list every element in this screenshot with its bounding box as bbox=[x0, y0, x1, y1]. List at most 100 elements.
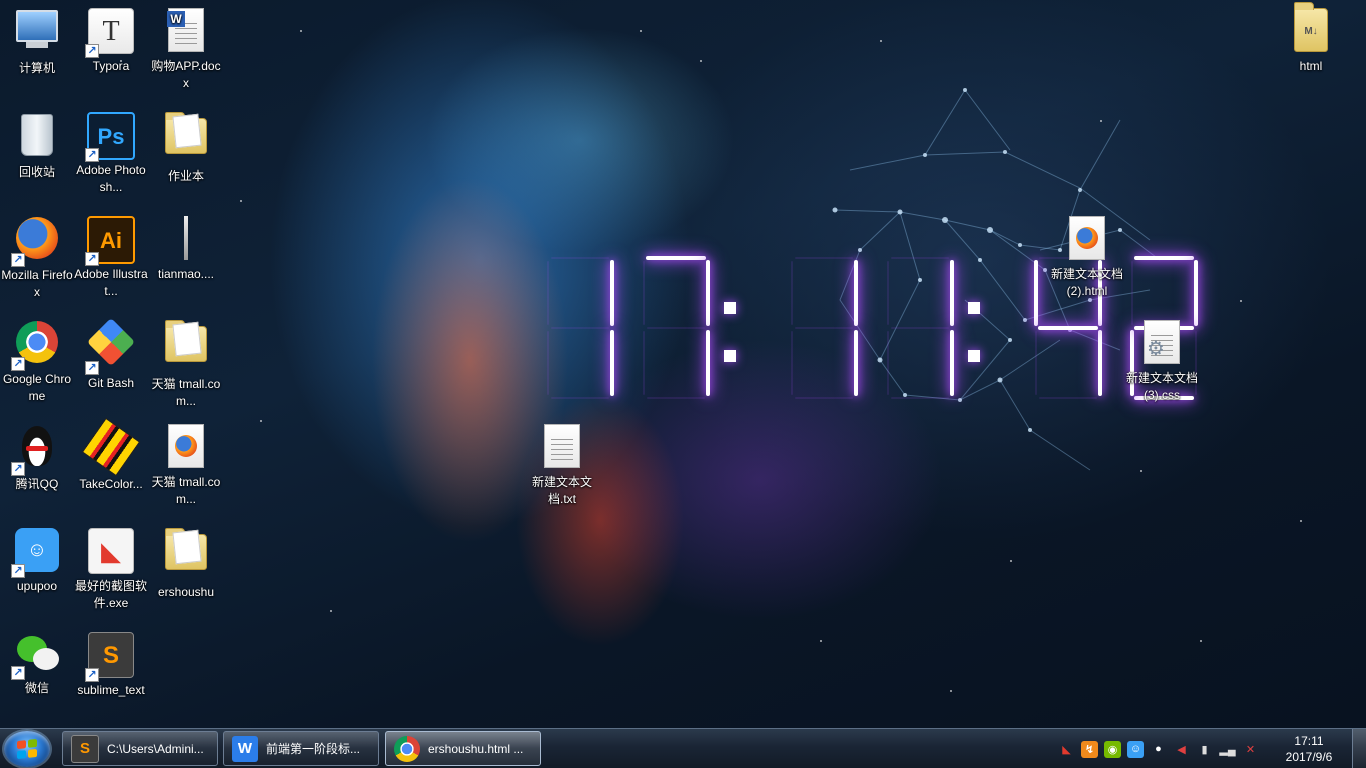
desktop-icon-photoshop[interactable]: Ps ↗ Adobe Photosh... bbox=[74, 110, 148, 196]
system-tray: ◣ ↯ ◉ ☺ ● ◀ ▮ ▂▄ ✕ bbox=[1058, 737, 1259, 761]
start-button[interactable] bbox=[4, 731, 50, 767]
desktop-icon-sublime[interactable]: S ↗ sublime_text bbox=[74, 630, 148, 699]
desktop-icon-label: Adobe Illustrat... bbox=[74, 267, 148, 298]
clock-colon-dot bbox=[724, 302, 736, 314]
desktop-icon-label: 新建文本文档.txt bbox=[531, 475, 592, 506]
desktop-icon-label: 计算机 bbox=[18, 61, 55, 75]
taskbar-date: 2017/9/6 bbox=[1285, 750, 1333, 764]
desktop-icon-label: ershoushu bbox=[157, 585, 215, 599]
taskbar-clock[interactable]: 17:11 2017/9/6 bbox=[1276, 733, 1342, 765]
desktop-icon-new-txt[interactable]: 新建文本文档.txt bbox=[525, 422, 599, 508]
windows-logo-icon bbox=[17, 738, 37, 760]
word-document-icon: W bbox=[162, 8, 210, 56]
chrome-icon bbox=[394, 735, 420, 762]
qq-penguin-icon: ↗ bbox=[11, 426, 61, 476]
recycle-bin-icon bbox=[13, 114, 61, 162]
desktop-icon-label: tianmao.... bbox=[157, 267, 215, 281]
css-file-icon: ⚙ bbox=[1138, 320, 1186, 368]
desktop-icon-label: 腾讯QQ bbox=[15, 477, 59, 491]
volume-muted-icon[interactable]: ◀ bbox=[1173, 741, 1190, 758]
desktop-icon-ershoushu[interactable]: ershoushu bbox=[149, 526, 223, 601]
computer-icon bbox=[13, 10, 61, 58]
desktop-icon-recycle-bin[interactable]: 回收站 bbox=[0, 110, 74, 181]
shortcut-arrow-icon: ↗ bbox=[11, 666, 25, 680]
desktop-icon-label: Mozilla Firefox bbox=[1, 268, 73, 299]
desktop-icon-tianmao-file[interactable]: tianmao.... bbox=[149, 214, 223, 283]
illustrator-icon: Ai ↗ bbox=[85, 216, 135, 266]
desktop-icon-chrome[interactable]: ↗ Google Chrome bbox=[0, 318, 74, 405]
desktop-icon-label: 天猫 tmall.com... bbox=[151, 475, 221, 506]
taskbar-button-label: 前端第一阶段标... bbox=[266, 742, 361, 756]
desktop-icon-docx[interactable]: W 购物APP.docx bbox=[149, 6, 223, 92]
desktop-icon-label: 回收站 bbox=[18, 165, 55, 179]
desktop-icon-label: 新建文本文档 (2).html bbox=[1050, 267, 1123, 298]
desktop-icon-takecolor[interactable]: TakeColor... bbox=[74, 417, 148, 493]
taskbar: S C:\Users\Admini... W 前端第一阶段标... ershou… bbox=[0, 728, 1366, 768]
firefox-html-file-icon bbox=[1063, 216, 1111, 264]
sublime-icon: S bbox=[71, 734, 99, 763]
desktop-icon-upupoo[interactable]: ☺ ↗ upupoo bbox=[0, 526, 74, 595]
usb-device-icon[interactable]: ▮ bbox=[1196, 741, 1213, 758]
qq-tray-icon[interactable]: ● bbox=[1150, 741, 1167, 758]
sublime-text-icon: S ↗ bbox=[85, 632, 135, 682]
desktop-icon-illustrator[interactable]: Ai ↗ Adobe Illustrat... bbox=[74, 214, 148, 300]
folder-icon bbox=[162, 112, 210, 166]
file-icon bbox=[162, 216, 210, 264]
folder-icon bbox=[162, 528, 210, 582]
desktop-icon-label: Typora bbox=[92, 59, 130, 73]
show-desktop-button[interactable] bbox=[1352, 729, 1366, 768]
desktop-icon-new-css[interactable]: ⚙ 新建文本文档 (3).css bbox=[1125, 318, 1199, 404]
network-signal-icon[interactable]: ▂▄ bbox=[1219, 741, 1236, 758]
desktop-icon-typora[interactable]: T ↗ Typora bbox=[74, 6, 148, 75]
desktop-icon-tmall-html[interactable]: 天猫 tmall.com... bbox=[149, 422, 223, 508]
taskbar-button-sublime[interactable]: S C:\Users\Admini... bbox=[62, 731, 218, 766]
desktop-icon-label: 作业本 bbox=[167, 169, 204, 183]
desktop-icon-label: 购物APP.docx bbox=[151, 59, 221, 90]
desktop-icon-new-html[interactable]: 新建文本文档 (2).html bbox=[1050, 214, 1124, 300]
desktop-icon-html-folder[interactable]: M↓ html bbox=[1274, 2, 1348, 75]
folder-icon bbox=[162, 320, 210, 374]
shortcut-arrow-icon: ↗ bbox=[85, 252, 99, 266]
desktop-icon-firefox[interactable]: ↗ Mozilla Firefox bbox=[0, 214, 74, 301]
speaker-muted-icon[interactable]: ✕ bbox=[1242, 741, 1259, 758]
clock-colon-dot bbox=[968, 302, 980, 314]
shortcut-arrow-icon: ↗ bbox=[11, 564, 25, 578]
text-file-icon bbox=[538, 424, 586, 472]
firefox-html-file-icon bbox=[162, 424, 210, 472]
screenshot-tray-icon[interactable]: ◣ bbox=[1058, 741, 1075, 758]
desktop-icon-label: 最好的截图软件.exe bbox=[74, 579, 147, 610]
desktop-icon-label: 微信 bbox=[24, 681, 49, 695]
upupoo-tray-icon[interactable]: ☺ bbox=[1127, 740, 1144, 758]
takecolor-icon bbox=[81, 417, 141, 477]
desktop-icon-label: sublime_text bbox=[77, 683, 145, 697]
shortcut-arrow-icon: ↗ bbox=[85, 148, 99, 162]
desktop-icon-label: Git Bash bbox=[87, 376, 135, 390]
taskbar-button-label: ershoushu.html ... bbox=[428, 741, 524, 756]
shortcut-arrow-icon: ↗ bbox=[11, 357, 25, 371]
desktop-icon-label: Adobe Photosh... bbox=[76, 163, 146, 194]
taskbar-button-chrome[interactable]: ershoushu.html ... bbox=[385, 731, 541, 766]
typora-icon: T ↗ bbox=[85, 8, 135, 58]
desktop-icon-label: upupoo bbox=[16, 579, 58, 593]
desktop-icon-screenshot-tool[interactable]: ◣ 最好的截图软件.exe bbox=[74, 526, 148, 612]
desktop-icon-homework-folder[interactable]: 作业本 bbox=[149, 110, 223, 185]
wps-icon: W bbox=[232, 735, 258, 762]
markdown-folder-icon: M↓ bbox=[1287, 2, 1335, 56]
desktop-icon-label: 天猫 tmall.com... bbox=[151, 377, 221, 408]
taskbar-button-label: C:\Users\Admini... bbox=[107, 741, 204, 756]
desktop-icon-label: Google Chrome bbox=[2, 372, 72, 403]
desktop-icon-computer[interactable]: 计算机 bbox=[0, 6, 74, 77]
desktop-icon-label: TakeColor... bbox=[79, 477, 143, 491]
tool-tray-icon[interactable]: ↯ bbox=[1081, 740, 1098, 758]
desktop-icon-qq[interactable]: ↗ 腾讯QQ bbox=[0, 422, 74, 493]
wechat-icon: ↗ bbox=[11, 630, 61, 680]
desktop-icon-gitbash[interactable]: ↗ Git Bash bbox=[74, 317, 148, 392]
taskbar-button-wps[interactable]: W 前端第一阶段标... bbox=[223, 731, 379, 766]
desktop-icon-label: 新建文本文档 (3).css bbox=[1125, 371, 1198, 402]
desktop-icon-label: html bbox=[1299, 59, 1323, 73]
shortcut-arrow-icon: ↗ bbox=[85, 361, 99, 375]
shortcut-arrow-icon: ↗ bbox=[85, 668, 99, 682]
desktop-icon-wechat[interactable]: ↗ 微信 bbox=[0, 630, 74, 697]
desktop-icon-tmall-folder[interactable]: 天猫 tmall.com... bbox=[149, 318, 223, 410]
nvidia-icon[interactable]: ◉ bbox=[1104, 740, 1121, 758]
